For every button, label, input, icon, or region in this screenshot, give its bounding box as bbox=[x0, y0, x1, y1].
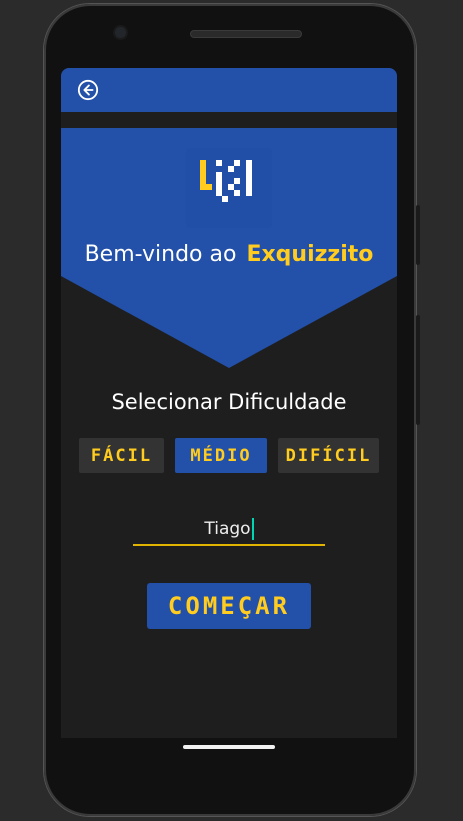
arrow-left-circle-icon[interactable] bbox=[77, 79, 99, 101]
volume-button bbox=[416, 315, 420, 425]
logo-mark-icon bbox=[200, 160, 252, 202]
exquizzito-logo bbox=[186, 148, 272, 228]
header-divider bbox=[61, 112, 397, 128]
text-cursor bbox=[251, 518, 254, 540]
brand-name: Exquizzito bbox=[246, 242, 374, 267]
player-name-value: Tiago bbox=[204, 519, 251, 539]
difficulty-medium-button[interactable]: MÉDIO bbox=[175, 438, 267, 473]
difficulty-easy-button[interactable]: FÁCIL bbox=[79, 438, 164, 473]
front-camera bbox=[115, 27, 126, 38]
welcome-heading: Bem-vindo ao Exquizzito bbox=[61, 242, 397, 267]
earpiece-speaker bbox=[190, 30, 302, 38]
app-screen: Bem-vindo ao Exquizzito Selecionar Dificu… bbox=[61, 68, 397, 738]
difficulty-hard-button[interactable]: DIFÍCIL bbox=[278, 438, 379, 473]
player-name-input[interactable]: Tiago bbox=[133, 512, 325, 546]
difficulty-title: Selecionar Dificuldade bbox=[111, 390, 347, 414]
welcome-text: Bem-vindo ao bbox=[84, 242, 237, 267]
app-bar bbox=[61, 68, 397, 112]
power-button bbox=[416, 205, 420, 265]
home-indicator[interactable] bbox=[183, 745, 275, 749]
start-button[interactable]: COMEÇAR bbox=[147, 583, 311, 629]
